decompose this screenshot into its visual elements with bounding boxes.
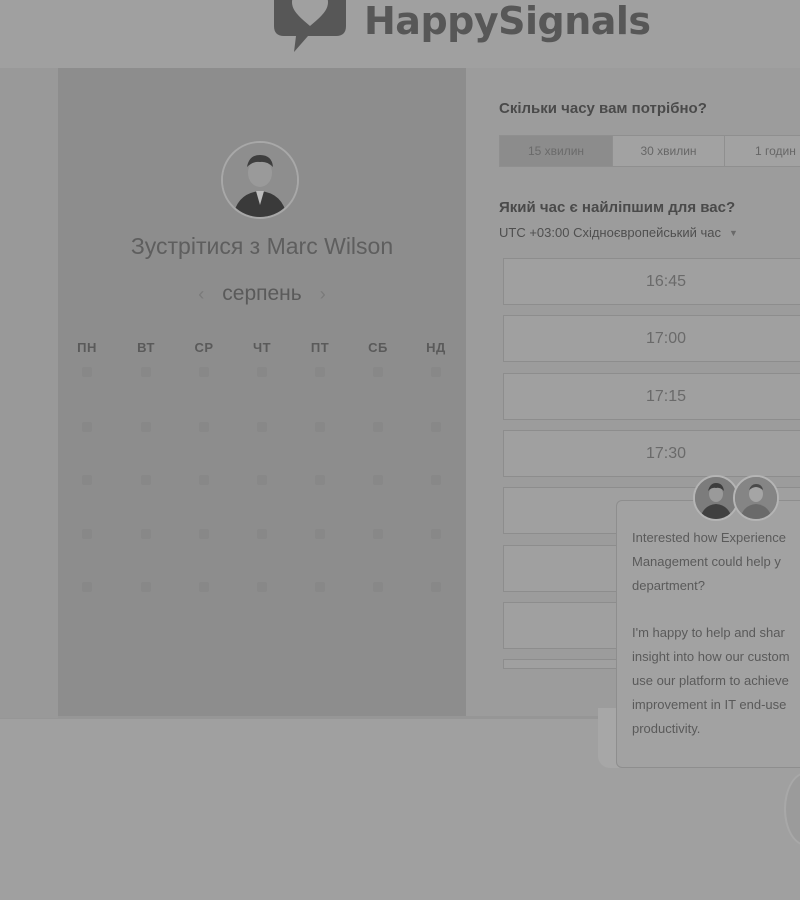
weekday-label: ПТ — [310, 340, 330, 355]
chat-message-line: Management could help y — [632, 554, 781, 569]
calendar-day-cell[interactable] — [257, 367, 267, 377]
time-slot-label: 17:30 — [645, 444, 687, 462]
month-label: серпень — [222, 282, 302, 305]
chat-message-line: improvement in IT end-use — [632, 697, 787, 712]
calendar-day-cell[interactable] — [199, 475, 209, 485]
chevron-left-icon[interactable]: ‹ — [198, 284, 204, 305]
calendar-day-cell[interactable] — [315, 582, 325, 592]
person-icon — [735, 477, 777, 519]
chat-message-line: I'm happy to help and shar — [632, 625, 785, 640]
chat-message-line: use our platform to achieve — [632, 673, 789, 688]
heart-chat-logo-icon — [274, 0, 346, 52]
calendar-day-cell[interactable] — [82, 367, 92, 377]
calendar-day-cell[interactable] — [82, 475, 92, 485]
calendar-day-cell[interactable] — [373, 367, 383, 377]
calendar-day-cell[interactable] — [373, 582, 383, 592]
calendar-day-cell[interactable] — [315, 367, 325, 377]
caret-down-icon: ▼ — [728, 227, 738, 238]
calendar-day-cell[interactable] — [431, 529, 441, 539]
calendar-day-cell[interactable] — [431, 367, 441, 377]
calendar-day-cell[interactable] — [373, 422, 383, 432]
calendar-day-cell[interactable] — [199, 529, 209, 539]
weekday-label: ВТ — [137, 340, 155, 355]
calendar-day-cell[interactable] — [141, 582, 151, 592]
duration-question: Скільки часу вам потрібно? — [499, 100, 707, 117]
agent-avatar — [733, 475, 779, 521]
time-slot[interactable]: 17:15 — [503, 373, 800, 420]
calendar-day-cell[interactable] — [315, 422, 325, 432]
weekday-label: ПН — [77, 340, 97, 355]
calendar-day-cell[interactable] — [257, 475, 267, 485]
calendar-day-cell[interactable] — [82, 582, 92, 592]
calendar-day-cell[interactable] — [431, 475, 441, 485]
weekday-label: НД — [426, 340, 446, 355]
person-icon — [223, 143, 297, 217]
chat-message-line: department? — [632, 578, 705, 593]
calendar-day-cell[interactable] — [82, 529, 92, 539]
calendar-day-cell[interactable] — [199, 582, 209, 592]
calendar-day-cell[interactable] — [199, 422, 209, 432]
calendar-day-cell[interactable] — [257, 422, 267, 432]
chevron-right-icon[interactable]: › — [320, 284, 326, 305]
page-left-strip — [0, 68, 58, 718]
duration-option-30[interactable]: 30 хвилин — [613, 136, 725, 166]
calendar-day-cell[interactable] — [373, 475, 383, 485]
calendar-day-cell[interactable] — [257, 582, 267, 592]
time-slot[interactable]: 17:30 — [503, 430, 800, 477]
time-question: Який час є найліпшим для вас? — [499, 199, 736, 216]
calendar-day-cell[interactable] — [373, 529, 383, 539]
person-icon — [695, 477, 737, 519]
chat-message-line: productivity. — [632, 721, 701, 736]
time-slot[interactable]: 17:00 — [503, 315, 800, 362]
time-slot[interactable]: 16:45 — [503, 258, 800, 305]
calendar-day-cell[interactable] — [431, 422, 441, 432]
calendar-day-cell[interactable] — [315, 529, 325, 539]
chat-message-line: insight into how our custom — [632, 649, 790, 664]
host-avatar — [221, 141, 299, 219]
chat-agents — [693, 475, 793, 525]
weekday-label: ЧТ — [252, 340, 272, 355]
calendar-day-cell[interactable] — [141, 475, 151, 485]
calendar-day-cell[interactable] — [141, 367, 151, 377]
calendar-day-cell[interactable] — [82, 422, 92, 432]
chat-message-line: Interested how Experience — [632, 530, 786, 545]
brand-name: HappySignals — [364, 0, 651, 43]
duration-selector: 15 хвилин 30 хвилин 1 годин — [499, 135, 800, 167]
calendar-day-cell[interactable] — [257, 529, 267, 539]
time-slot-label: 17:15 — [645, 387, 687, 405]
duration-option-60[interactable]: 1 годин — [725, 136, 800, 166]
month-navigation: ‹ серпень › — [58, 282, 466, 306]
duration-option-15[interactable]: 15 хвилин — [500, 136, 613, 166]
weekday-label: СР — [194, 340, 214, 355]
timezone-label: UTC +03:00 Східноєвропейський час — [499, 225, 721, 240]
chat-launcher-button[interactable] — [784, 772, 800, 846]
timezone-selector[interactable]: UTC +03:00 Східноєвропейський час ▼ — [499, 225, 738, 240]
calendar-day-cell[interactable] — [199, 367, 209, 377]
time-slot-label: 16:45 — [645, 272, 687, 290]
calendar-day-cell[interactable] — [141, 422, 151, 432]
calendar-day-cell[interactable] — [141, 529, 151, 539]
meeting-title: Зустрітися з Marc Wilson — [130, 233, 394, 259]
brand-logo[interactable]: HappySignals — [268, 0, 651, 56]
calendar-day-grid[interactable] — [58, 355, 466, 605]
calendar-day-cell[interactable] — [431, 582, 441, 592]
weekday-label: СБ — [368, 340, 388, 355]
time-slot-label: 17:00 — [645, 329, 687, 347]
calendar-day-cell[interactable] — [315, 475, 325, 485]
